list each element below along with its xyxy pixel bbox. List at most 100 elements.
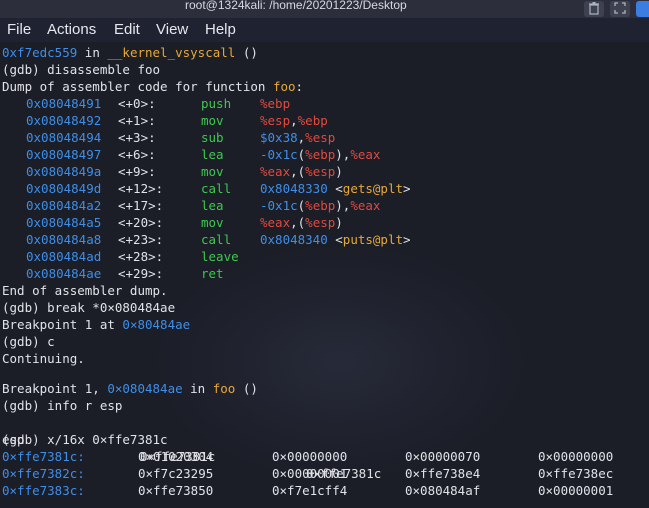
fullscreen-button[interactable] (610, 1, 630, 17)
instruction-offset: <+17>: (118, 198, 164, 213)
memory-word: 0×00000070 (405, 449, 481, 464)
plain-text: in (182, 381, 213, 396)
operand-token: ), (335, 198, 351, 213)
operand-token: < (327, 181, 343, 196)
operand-token: -0x1c (260, 198, 298, 213)
opcode: lea (201, 147, 224, 162)
instruction-address: 0x08048497 (26, 147, 102, 162)
memory-address: 0×ffe7383c: (2, 483, 85, 498)
operand-token: puts@plt (342, 232, 404, 247)
instruction-offset: <+3>: (118, 130, 156, 145)
register-row: esp 0×ffe7381c 0×ffe7381c (2, 414, 649, 481)
instruction-address: 0x0804849d (26, 181, 102, 196)
operand-token: %esp (305, 130, 336, 145)
instruction-offset: <+29>: (118, 266, 164, 281)
memory-word: 0×00000000 (538, 449, 614, 464)
operand-token: %ebp (305, 198, 336, 213)
opcode: call (201, 232, 232, 247)
memory-word: 0×080484af (405, 483, 481, 498)
instruction-offset: <+1>: (118, 113, 156, 128)
memory-row: 0×ffe7382c: 0×f7c23295 0×00000001 0×ffe738e… (2, 465, 647, 482)
instruction-address: 0x080484a5 (26, 215, 102, 230)
instruction-offset: <+20>: (118, 215, 164, 230)
trash-button[interactable] (584, 1, 604, 17)
instruction-offset: <+28>: (118, 249, 164, 264)
memory-word: 0×01020304 (138, 449, 214, 464)
opcode: lea (201, 198, 224, 213)
menu-bar: File Actions Edit View Help (0, 18, 649, 42)
close-button[interactable] (636, 1, 649, 17)
instruction-address: 0x080484ad (26, 249, 102, 264)
plain-text: () (235, 381, 258, 396)
gdb-command: (gdb) info r esp (2, 398, 123, 413)
disasm-row: 0x080484a5 <+20>: mov %eax,(%esp) (2, 214, 642, 231)
disasm-row: 0x080484ae <+29>: ret (2, 265, 642, 282)
operand-token: ), (335, 147, 351, 162)
operand-token: %ebp (260, 96, 291, 111)
disasm-row: 0x08048494 <+3>: sub $0x38,%esp (2, 129, 642, 146)
plain-text: in (77, 45, 108, 60)
instruction-offset: <+0>: (118, 96, 156, 111)
memory-address: 0×ffe7382c: (2, 466, 85, 481)
opcode: call (201, 181, 232, 196)
opcode: ret (201, 266, 224, 281)
operands: %ebp (260, 95, 290, 112)
operands: -0x1c(%ebp),%eax (260, 146, 380, 163)
gdb-command: (gdb) break *0×080484ae (2, 300, 176, 315)
terminal-output[interactable]: 0xf7edc559 in __kernel_vsyscall () (gdb)… (0, 42, 649, 508)
function-name: foo (212, 381, 236, 396)
operand-token: %eax (260, 164, 291, 179)
memory-word: 0×ffe73850 (138, 483, 214, 498)
gdb-command: (gdb) x/16x 0×ffe7381c (2, 432, 168, 447)
operand-token: %eax (350, 147, 381, 162)
title-bar: root@1324kali: /home/20201223/Desktop (0, 0, 649, 18)
memory-word: 0×ffe738ec (538, 466, 614, 481)
menu-view[interactable]: View (156, 21, 188, 39)
opcode: push (201, 96, 232, 111)
disasm-row: 0x080484ad <+28>: leave (2, 248, 642, 265)
operand-token: < (327, 232, 343, 247)
operand-token: , (290, 113, 298, 128)
memory-word: 0×f7e1cff4 (272, 483, 348, 498)
disasm-row: 0x0804849d <+12>: call 0x8048330 <gets@plt> (2, 180, 642, 197)
disasm-row: 0x08048492 <+1>: mov %esp,%ebp (2, 112, 642, 129)
opcode: mov (201, 113, 224, 128)
address-text: 0×80484ae (122, 317, 191, 332)
instruction-offset: <+12>: (118, 181, 164, 196)
address-text: 0×080484ae (107, 381, 183, 396)
operands: $0x38,%esp (260, 129, 335, 146)
menu-help[interactable]: Help (205, 21, 236, 39)
disasm-row: 0x08048491 <+0>: push %ebp (2, 95, 642, 112)
operand-token: > (403, 181, 411, 196)
plain-text: : (295, 79, 304, 94)
operand-token: ,( (290, 215, 306, 230)
operand-token: 0x8048330 (260, 181, 328, 196)
operand-token: %eax (260, 215, 291, 230)
instruction-offset: <+6>: (118, 147, 156, 162)
operands: %eax,(%esp) (260, 214, 343, 231)
terminal-line: 0xf7edc559 in __kernel_vsyscall () (2, 44, 258, 61)
operand-token: ) (335, 164, 343, 179)
menu-edit[interactable]: Edit (114, 21, 140, 39)
operand-token: %eax (350, 198, 381, 213)
menu-file[interactable]: File (7, 21, 31, 39)
opcode: mov (201, 164, 224, 179)
address-text: 0xf7edc559 (2, 45, 78, 60)
plain-text: Breakpoint 1, (2, 381, 108, 396)
terminal-line: Continuing. (2, 351, 85, 366)
disasm-row: 0x0804849a <+9>: mov %eax,(%esp) (2, 163, 642, 180)
memory-word: 0×00000000 (272, 449, 348, 464)
memory-word: 0×ffe738e4 (405, 466, 481, 481)
opcode: sub (201, 130, 224, 145)
instruction-address: 0x080484ae (26, 266, 102, 281)
memory-word: 0×00000001 (538, 483, 614, 498)
expand-icon (614, 2, 626, 14)
operand-token: %ebp (297, 113, 328, 128)
operand-token: $0x38 (260, 130, 298, 145)
function-name: __kernel_vsyscall (107, 45, 236, 60)
menu-actions[interactable]: Actions (47, 21, 96, 39)
function-name: foo (272, 79, 296, 94)
instruction-address: 0x08048491 (26, 96, 102, 111)
instruction-offset: <+23>: (118, 232, 164, 247)
instruction-address: 0x080484a2 (26, 198, 102, 213)
